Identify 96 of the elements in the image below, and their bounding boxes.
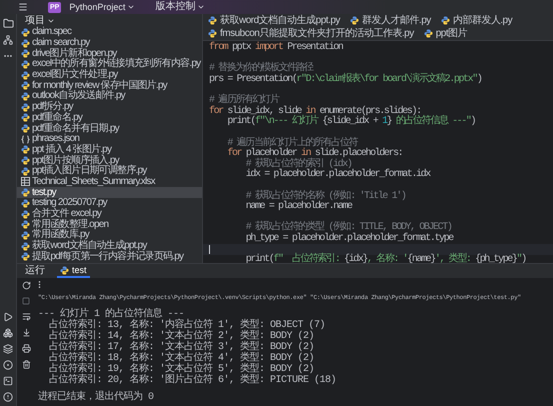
chevron-down-icon [127,3,136,11]
console-line: 占位符索引: 17, 名称: '文本占位符 3', 类型: BODY (2) [48,342,314,352]
file-item[interactable]: excel图片文件处理.py [17,70,202,80]
python-file-icon [440,16,450,25]
file-item[interactable]: ppt图片按顺序插入.py [17,155,202,166]
file-item[interactable]: pdf重命名.py [17,112,202,124]
code-line: # 替换为你的模板文件路径 [209,64,313,74]
file-item[interactable]: claim.spec [17,27,202,38]
file-item[interactable]: testing 20250707.py [17,198,202,209]
editor-tab[interactable]: 获取word文档自动生成ppt.py [203,14,345,27]
code-line: # 遍历当前幻灯片上的所有占位符 [226,138,358,149]
file-item[interactable]: claim search.py [17,38,202,48]
python-file-icon [21,70,30,80]
python-file-icon [21,124,30,134]
text-cursor [209,245,210,254]
python-file-icon [21,60,30,69]
folder-icon[interactable] [2,18,14,29]
python-file-icon [21,252,30,262]
file-item[interactable]: test.py [17,187,202,198]
python-file-icon [21,220,30,230]
trash-icon[interactable] [22,360,30,369]
file-item[interactable]: ppt插入图片日期可调整序.py [17,166,202,177]
code-line: # 获取占位符的名称 (例如: 'Title 1') [244,192,406,202]
code-line: name = placeholder.name [244,202,352,212]
python-file-icon [21,92,30,101]
python-file-icon [208,29,217,38]
python-file-icon [21,166,30,176]
python-file-icon [21,230,30,240]
file-item[interactable]: pdf拆分.py [17,102,202,112]
file-item[interactable]: 提取pdf每页第一行内容并记录页码.py [17,251,202,262]
console-line: 占位符索引: 18, 名称: '文本占位符 4', 类型: BODY (2) [48,354,314,364]
run-icon[interactable] [3,312,13,322]
services-icon[interactable] [3,360,13,370]
menu-icon[interactable] [18,2,28,12]
code-line: print(f"\n--- 幻灯片 {slide_idx + 1} 的占位符信息 ---") [226,117,476,128]
file-item[interactable]: phrases.json [17,134,202,145]
python-file-icon [350,16,359,25]
structure-icon[interactable] [3,35,13,45]
wrap-icon[interactable] [22,312,30,321]
file-item[interactable]: 常用函数库.py [17,230,202,241]
console-line: --- 幻灯片 1 的占位符信息 --- [38,310,184,320]
code-editor[interactable] [203,41,553,266]
code-line: prs = Presentation(r"D:\claim报表\for board\演示文稿2.pptx") [209,75,482,86]
vcs-dropdown[interactable]: 版本控制 [155,2,206,12]
python-file-icon [21,198,30,208]
python-file-icon [21,113,30,122]
python-file-icon [21,49,30,58]
print-icon[interactable] [22,344,30,353]
python-file-icon [21,145,30,154]
python-file-icon [21,242,30,251]
layers-icon[interactable] [3,344,13,354]
terminal-icon[interactable] [3,376,13,386]
braces-file-icon [21,134,30,144]
code-line: print(f" 占位符索引: {idx}, 名称: '{name}', 类型: {ph_type}") [244,255,526,266]
editor-tab[interactable]: ppt图片 [418,27,472,40]
editor-tab[interactable]: 群发人才邮件.py [344,14,436,27]
project-panel-title[interactable]: 项目 [17,14,202,27]
python-file-icon [60,266,69,274]
problems-icon[interactable] [3,392,13,402]
code-line: # 遍历所有幻灯片 [209,96,278,106]
file-item[interactable]: ppt 插入 4 张图片.py [17,144,202,156]
python-file-icon [21,188,30,198]
console-line: 占位符索引: 20, 名称: '图片占位符 6', 类型: PICTURE (18) [48,376,336,386]
code-line: from pptx import Presentation [209,43,342,54]
python-file-icon [21,210,30,219]
file-item[interactable]: outlook自动发送邮件.py [17,91,202,102]
python-file-icon [424,29,433,38]
project-dropdown[interactable]: PythonProject [69,2,136,12]
console-line: 占位符索引: 19, 名称: '文本占位符 5', 类型: BODY (2) [48,364,314,374]
file-item[interactable]: pdf重命名并有日期.py [17,123,202,134]
file-item[interactable]: Technical_Sheets_Summary.xlsx [17,176,202,188]
stop-icon[interactable] [22,297,30,305]
python-file-icon [21,156,30,166]
file-item[interactable]: 获取word文档自动生成ppt.py [17,240,202,252]
rerun-icon[interactable] [22,281,30,290]
python-file-icon [21,81,30,90]
scroll-end-icon[interactable] [22,328,30,337]
code-line: # 获取占位符的索引 (idx) [244,160,352,170]
editor-tab[interactable]: 内部群发人.py [436,14,518,27]
spreadsheet-file-icon [21,177,30,186]
python-file-icon [21,38,30,48]
code-line: idx = placeholder.placeholder_format.idx [244,170,430,180]
run-tab[interactable]: test [57,264,90,278]
python-file-icon [208,16,217,25]
python-file-icon [21,28,30,37]
code-line: ph_type = placeholder.placeholder_format.type [244,234,453,244]
editor-tab[interactable]: fmsubcon只能提取文件夹打开的活动工作表.py [203,27,419,40]
run-panel-title: 运行 [25,266,45,276]
file-item[interactable]: excel中的所有窗外链接填充到所有内容.py [17,59,202,70]
python-file-icon [21,102,30,112]
chevron-down-icon [197,3,206,11]
console-line: 进程已结束，退出代码为 0 [38,392,154,402]
code-line: # 获取占位符的类型 (例如: TITLE, BODY, OBJECT) [244,223,452,234]
console-line: 占位符索引: 14, 名称: '文本占位符 2', 类型: BODY (2) [48,332,314,342]
packages-icon[interactable] [3,328,13,338]
file-item[interactable]: 合并文件 excel.py [17,208,202,220]
